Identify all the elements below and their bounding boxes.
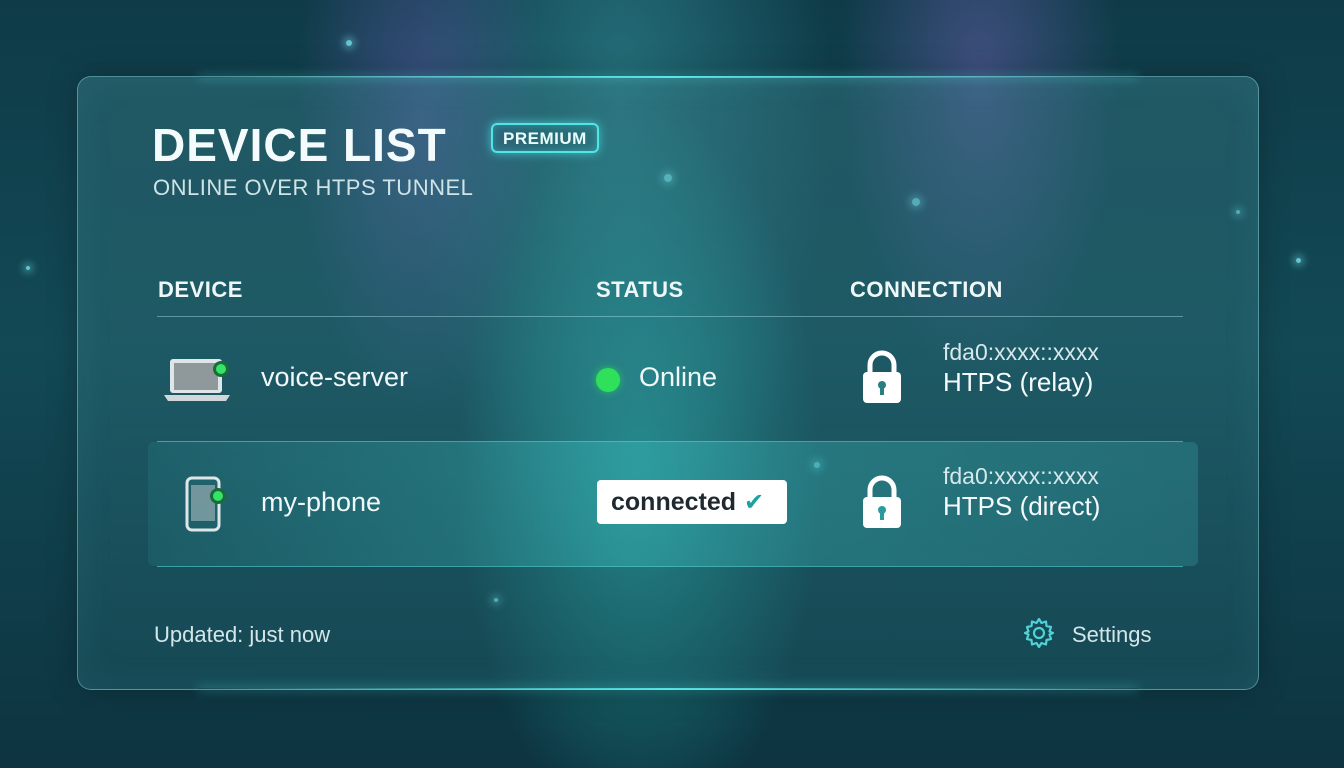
settings-label: Settings [1072, 622, 1152, 647]
premium-badge: PREMIUM [491, 123, 599, 153]
column-header-status: STATUS [596, 277, 684, 302]
page-subtitle: ONLINE OVER HTPS TUNNEL [153, 175, 474, 200]
status-text: connected [611, 487, 737, 516]
connection-protocol: HTPS (relay) [943, 367, 1094, 397]
device-name: voice-server [261, 362, 409, 392]
column-header-connection: CONNECTION [850, 277, 1003, 302]
phone-icon [184, 476, 228, 539]
page-title: DEVICE LIST [152, 119, 447, 171]
laptop-icon [162, 355, 232, 408]
table-row[interactable]: my-phone connected ✔ fda0:xxxx::xxxx HTP… [148, 442, 1198, 566]
last-updated-text: Updated: just now [154, 622, 331, 647]
row-divider [157, 566, 1183, 567]
gear-icon [1022, 616, 1056, 655]
panel-bottom-glow [198, 688, 1138, 690]
status-online-indicator [596, 368, 620, 392]
settings-button[interactable]: Settings [1022, 616, 1152, 655]
lock-icon [860, 349, 904, 410]
lock-icon [860, 474, 904, 535]
panel-top-glow [198, 76, 1138, 78]
connection-protocol: HTPS (direct) [943, 491, 1101, 521]
device-address: fda0:xxxx::xxxx [943, 339, 1099, 365]
check-icon: ✔ [744, 488, 765, 516]
device-address: fda0:xxxx::xxxx [943, 463, 1099, 489]
status-text: Online [639, 362, 718, 392]
background-sparkle [1296, 258, 1301, 263]
column-header-device: DEVICE [158, 277, 243, 302]
device-name: my-phone [261, 487, 382, 517]
background-sparkle [346, 40, 352, 46]
device-list-panel: DEVICE LIST PREMIUM ONLINE OVER HTPS TUN… [77, 76, 1259, 690]
table-row[interactable]: voice-server Online fda0:xxxx::xxxx HTPS… [148, 317, 1198, 441]
status-connected-badge: connected ✔ [597, 480, 787, 524]
background-sparkle [26, 266, 30, 270]
